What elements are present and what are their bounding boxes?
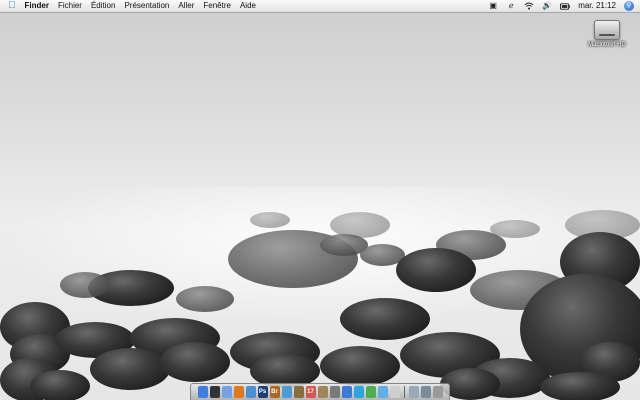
menu-bar-left:  Finder Fichier Édition Présentation Al…	[8, 0, 256, 12]
menu-bar:  Finder Fichier Édition Présentation Al…	[0, 0, 640, 13]
skype-icon[interactable]	[353, 386, 364, 398]
firefox-icon[interactable]	[233, 386, 244, 398]
wallpaper-rock	[540, 372, 620, 400]
wifi-icon[interactable]	[524, 2, 534, 10]
wallpaper-rock	[250, 212, 290, 228]
hard-drive-desktop-item[interactable]: Macintosh HD	[582, 20, 632, 48]
app-store-icon[interactable]	[341, 386, 352, 398]
wallpaper-rock	[320, 346, 400, 386]
downloads-icon[interactable]	[420, 386, 431, 398]
menu-finder[interactable]: Finder	[25, 0, 49, 12]
dock: Ps Br 17	[190, 383, 450, 400]
hard-drive-label[interactable]: Macintosh HD	[582, 42, 632, 48]
menu-aller[interactable]: Aller	[178, 0, 194, 12]
bridge-icon[interactable]: Br	[269, 386, 280, 398]
photoshop-icon[interactable]: Ps	[257, 386, 268, 398]
wallpaper-rock	[60, 272, 110, 298]
menu-fenetre[interactable]: Fenêtre	[203, 0, 231, 12]
finder-icon[interactable]	[197, 386, 208, 398]
system-preferences-icon[interactable]	[329, 386, 340, 398]
text-edit-icon[interactable]	[389, 386, 400, 398]
wallpaper-rock	[30, 370, 90, 400]
wallpaper-rock	[176, 286, 234, 312]
dock-separator	[403, 386, 405, 398]
wallpaper-rock	[90, 348, 170, 390]
display-icon[interactable]: ▣	[488, 1, 498, 10]
volume-icon[interactable]: 🔊	[542, 1, 552, 10]
menu-aide[interactable]: Aide	[240, 0, 256, 12]
menu-presentation[interactable]: Présentation	[124, 0, 169, 12]
trash-icon[interactable]	[432, 386, 443, 398]
menu-clock[interactable]: mar. 21:12	[578, 0, 616, 12]
address-book-icon[interactable]	[317, 386, 328, 398]
menu-fichier[interactable]: Fichier	[58, 0, 82, 12]
menu-edition[interactable]: Édition	[91, 0, 115, 12]
hard-drive-icon[interactable]	[594, 20, 620, 40]
menu-bar-status: ▣ ℯ 🔊 mar. 21:12 ⚲	[488, 0, 634, 12]
mail-icon[interactable]	[221, 386, 232, 398]
desktop-wallpaper[interactable]	[0, 12, 640, 400]
preview-icon[interactable]	[408, 386, 419, 398]
safari-icon[interactable]	[245, 386, 256, 398]
wallpaper-rock	[160, 342, 230, 382]
battery-icon[interactable]	[560, 2, 571, 10]
wallpaper-rock	[396, 248, 476, 292]
ical-icon[interactable]: 17	[305, 386, 316, 398]
bluetooth-icon[interactable]: ℯ	[506, 1, 516, 10]
apple-menu-icon[interactable]: 	[8, 0, 16, 12]
dashboard-icon[interactable]	[209, 386, 220, 398]
itunes-icon[interactable]	[281, 386, 292, 398]
utility-icon[interactable]	[365, 386, 376, 398]
iphoto-icon[interactable]	[293, 386, 304, 398]
spotlight-icon[interactable]: ⚲	[624, 1, 634, 11]
ichat-icon[interactable]	[377, 386, 388, 398]
wallpaper-rock	[340, 298, 430, 340]
